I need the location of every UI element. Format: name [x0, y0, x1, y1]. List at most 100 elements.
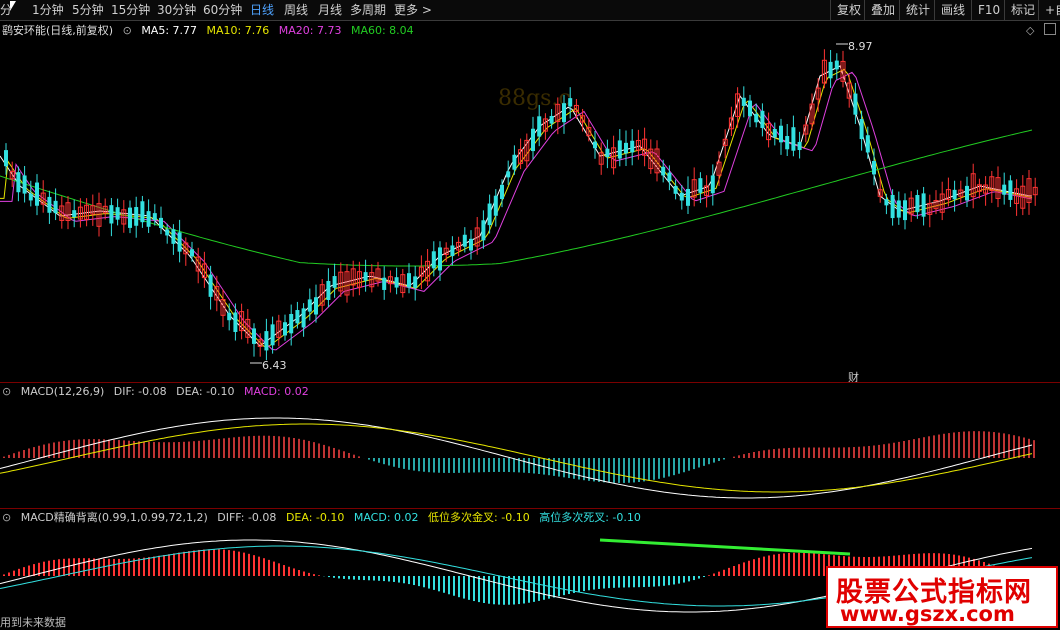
candle-body	[53, 200, 58, 214]
candle-body	[270, 324, 275, 346]
candle-body	[506, 171, 511, 178]
collapse-icon[interactable]: ⊙	[2, 385, 11, 398]
candle-body	[307, 299, 312, 312]
tab-weekly[interactable]: 周线	[284, 2, 308, 18]
candle-body	[208, 274, 213, 297]
candle-body	[438, 247, 442, 271]
candle-body	[679, 192, 684, 201]
brand-logo: 股票公式指标网 www.gszx.com	[826, 566, 1058, 628]
candle-body	[1008, 180, 1013, 200]
tab-5min[interactable]: 5分钟	[72, 2, 104, 18]
candle-body	[865, 135, 870, 153]
window-icon[interactable]	[1044, 23, 1056, 35]
candle-body	[4, 150, 8, 167]
f10-button[interactable]: F10	[971, 0, 1006, 20]
candle-body	[394, 277, 399, 288]
candle-body	[890, 194, 895, 219]
mark-button[interactable]: 标记	[1004, 0, 1041, 20]
candle-body	[431, 251, 436, 269]
stats-button[interactable]: 统计	[899, 0, 936, 20]
candle-body	[686, 188, 690, 206]
candle-body	[896, 200, 901, 218]
candle-body	[177, 232, 182, 252]
collapse-icon[interactable]: ⊙	[2, 511, 11, 524]
macd-chart	[0, 417, 1035, 499]
candle-body	[921, 193, 926, 217]
candle-body	[264, 331, 269, 351]
candle-body	[382, 277, 387, 290]
tab-1min[interactable]: 1分钟	[32, 2, 64, 18]
overlay-button[interactable]: 叠加	[864, 0, 901, 20]
high-price-label: 8.97	[848, 40, 873, 53]
candle-body	[326, 280, 331, 300]
brand-url: www.gszx.com	[840, 602, 1015, 626]
tab-daily[interactable]: 日线	[250, 2, 274, 18]
candle-body	[965, 185, 969, 201]
candle-body	[35, 182, 39, 206]
candle-body	[512, 154, 517, 170]
candle-body	[568, 98, 573, 107]
candle-body	[252, 328, 256, 344]
candle-body	[16, 172, 21, 193]
macd-value: MACD: 0.02	[244, 385, 309, 398]
candle-body	[289, 313, 294, 334]
candle-body	[952, 189, 957, 200]
custom-button[interactable]: +自	[1038, 0, 1060, 20]
candle-body	[314, 297, 318, 315]
candle-body	[462, 234, 467, 247]
candle-body	[407, 273, 411, 288]
ma-line-3	[0, 129, 1033, 267]
candle-body	[190, 249, 194, 257]
candle-body	[413, 276, 418, 288]
tab-period-0[interactable]: 分	[0, 2, 12, 18]
tab-monthly[interactable]: 月线	[318, 2, 342, 18]
tab-30min[interactable]: 30分钟	[157, 2, 196, 18]
high-cross-value: 高位多次死叉: -0.10	[539, 511, 641, 524]
candle-body	[791, 127, 796, 151]
diff-value: DIFF: -0.08	[217, 511, 277, 524]
candle-body	[884, 199, 889, 206]
candle-body	[760, 110, 765, 128]
dea-line	[0, 423, 1033, 493]
candle-body	[785, 136, 790, 150]
candle-body	[134, 207, 139, 226]
candle-body	[115, 207, 120, 220]
candle-body	[698, 178, 703, 193]
candle-body	[493, 195, 498, 216]
draw-button[interactable]: 画线	[934, 0, 971, 20]
candle-body	[171, 229, 176, 244]
tab-60min[interactable]: 60分钟	[203, 2, 242, 18]
footer-note: 用到未来数据	[0, 616, 66, 629]
candle-body	[332, 276, 337, 288]
tab-more[interactable]: 更多 >	[394, 2, 432, 18]
panel-divider	[0, 382, 1060, 383]
candle-body	[227, 312, 232, 321]
tab-multi-period[interactable]: 多周期	[350, 2, 386, 18]
candle-body	[828, 61, 833, 79]
candle-body	[1002, 184, 1007, 195]
candle-body	[853, 93, 858, 115]
candle-body	[617, 140, 622, 159]
dea-value: DEA: -0.10	[285, 511, 345, 524]
candle-body	[624, 142, 628, 154]
candle-body	[152, 213, 157, 221]
candle-body	[283, 322, 287, 336]
candle-body	[754, 113, 759, 123]
dea-value: DEA: -0.10	[176, 385, 235, 398]
candle-body	[47, 196, 52, 213]
candle-body	[295, 310, 300, 324]
candle-body	[915, 194, 920, 213]
candle-body	[128, 207, 132, 228]
candle-body	[834, 60, 839, 70]
dif-line	[0, 417, 1033, 499]
candle-body	[741, 97, 746, 106]
adjust-button[interactable]: 复权	[830, 0, 867, 20]
low-cross-value: 低位多次金叉: -0.10	[428, 511, 530, 524]
tab-15min[interactable]: 15分钟	[111, 2, 150, 18]
low-price-label: 6.43	[262, 359, 287, 372]
divergence-title: MACD精确背离(0.99,1,0.99,72,1,2)	[20, 511, 208, 524]
candle-body	[797, 141, 802, 151]
candle-body	[605, 148, 610, 158]
candle-body	[772, 128, 777, 138]
panel-divider	[0, 508, 1060, 509]
